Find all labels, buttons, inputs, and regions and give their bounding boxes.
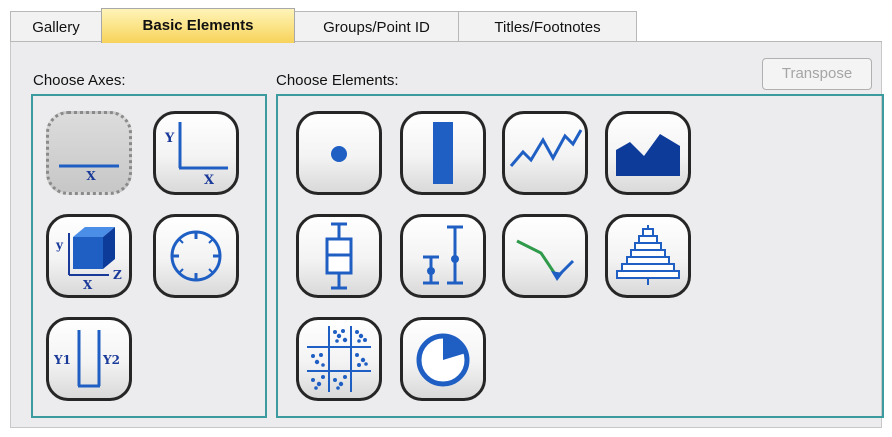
path-icon bbox=[516, 239, 575, 281]
transpose-button[interactable]: Transpose bbox=[762, 58, 872, 90]
axis-2d-button[interactable]: Y X bbox=[153, 111, 239, 195]
choose-elements-label: Choose Elements: bbox=[276, 72, 399, 89]
svg-text:Y: Y bbox=[164, 131, 175, 146]
area-icon bbox=[616, 134, 680, 176]
tab-gallery[interactable]: Gallery bbox=[10, 11, 102, 42]
polar-axis-icon bbox=[170, 230, 222, 282]
scatterplot-matrix-icon bbox=[307, 326, 371, 392]
tab-basic-elements[interactable]: Basic Elements bbox=[101, 8, 295, 43]
svg-text:Z: Z bbox=[113, 268, 122, 282]
element-pie-button[interactable] bbox=[400, 317, 486, 401]
element-line-button[interactable] bbox=[502, 111, 588, 195]
tab-bar: Gallery Basic Elements Groups/Point ID T… bbox=[10, 8, 882, 43]
svg-text:Y2: Y2 bbox=[102, 353, 120, 367]
element-scatterplot-matrix-button[interactable] bbox=[296, 317, 382, 401]
svg-text:X: X bbox=[83, 278, 93, 292]
axis-dual-y-button[interactable]: Y1 Y2 bbox=[46, 317, 132, 401]
dual-y-axes-icon: Y1 Y2 bbox=[53, 330, 120, 388]
three-d-axes-icon: y X Z bbox=[55, 227, 122, 292]
pie-icon bbox=[416, 333, 470, 387]
element-path-button[interactable] bbox=[502, 214, 588, 298]
element-point-button[interactable] bbox=[296, 111, 382, 195]
element-high-low-button[interactable] bbox=[400, 214, 486, 298]
axis-polar-button[interactable] bbox=[153, 214, 239, 298]
svg-text:Y1: Y1 bbox=[53, 353, 71, 367]
element-pyramid-button[interactable] bbox=[605, 214, 691, 298]
line-icon bbox=[509, 129, 583, 167]
element-boxplot-button[interactable] bbox=[296, 214, 382, 298]
two-d-axes-icon: Y X bbox=[164, 122, 228, 188]
high-low-icon bbox=[423, 225, 463, 285]
tab-titles-footnotes[interactable]: Titles/Footnotes bbox=[458, 11, 637, 42]
axis-1d-button[interactable]: X bbox=[46, 111, 132, 195]
axis-3d-button[interactable]: y X Z bbox=[46, 214, 132, 298]
interval-bar-icon bbox=[433, 122, 453, 184]
element-interval-button[interactable] bbox=[400, 111, 486, 195]
svg-text:y: y bbox=[55, 238, 64, 252]
pyramid-icon bbox=[616, 225, 680, 285]
choose-axes-label: Choose Axes: bbox=[33, 72, 126, 89]
element-area-button[interactable] bbox=[605, 111, 691, 195]
point-icon bbox=[331, 146, 347, 162]
svg-text:X: X bbox=[204, 173, 215, 188]
svg-text:X: X bbox=[86, 169, 96, 183]
one-d-axis-icon: X bbox=[59, 164, 119, 183]
boxplot-icon bbox=[325, 222, 353, 290]
tab-groups-point-id[interactable]: Groups/Point ID bbox=[294, 11, 459, 42]
